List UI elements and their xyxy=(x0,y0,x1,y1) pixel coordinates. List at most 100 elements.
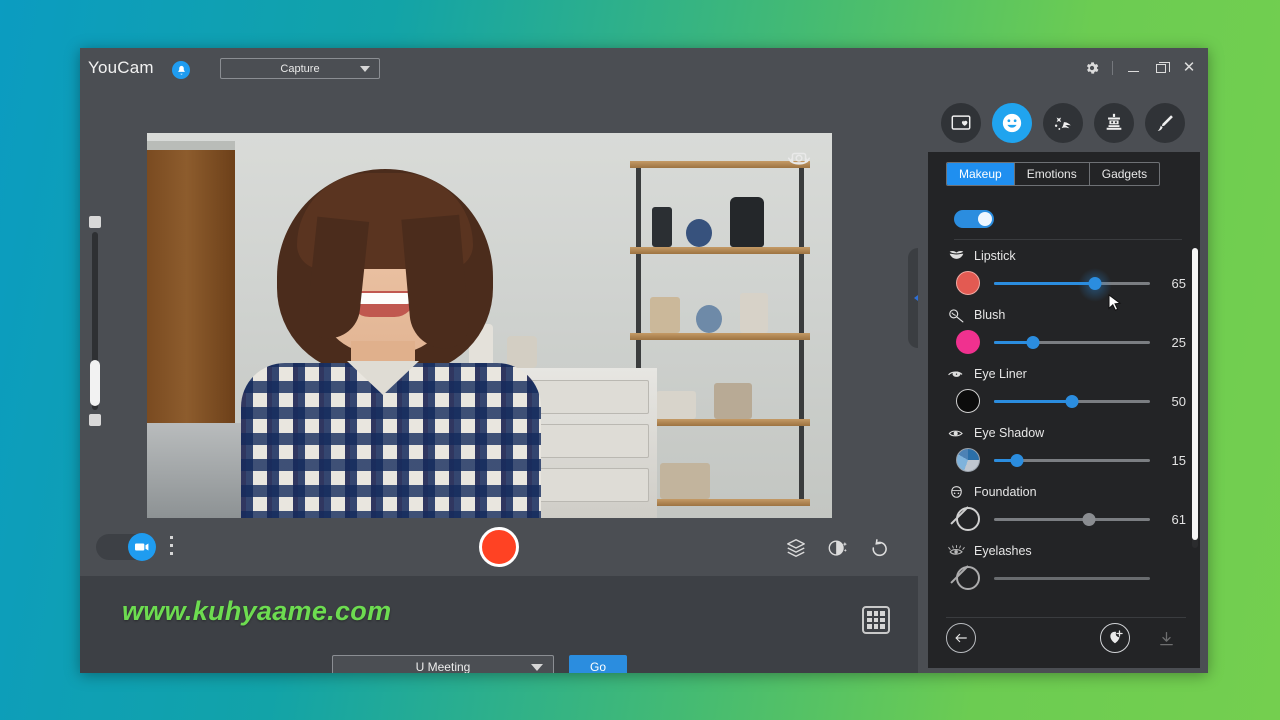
camera-toggle[interactable] xyxy=(96,533,156,561)
foundation-slider-handle[interactable] xyxy=(1082,513,1096,526)
eyelashes-color-swatch[interactable] xyxy=(956,566,980,590)
eyeshadow-slider[interactable] xyxy=(994,448,1150,472)
effects-panel: Makeup Emotions Gadgets Lipstick 65 Blus… xyxy=(918,88,1208,673)
shelving-unit xyxy=(630,161,810,506)
eyeliner-icon xyxy=(946,366,966,382)
makeup-master-toggle[interactable] xyxy=(954,210,994,228)
particles-icon[interactable] xyxy=(1043,103,1083,143)
lipstick-color-swatch[interactable] xyxy=(956,271,980,295)
eyeliner-slider-handle[interactable] xyxy=(1065,395,1079,408)
lipstick-value: 65 xyxy=(1171,275,1186,291)
zoom-in-handle[interactable] xyxy=(89,216,101,228)
gear-icon[interactable] xyxy=(1079,56,1105,80)
makeup-row-eyeliner: Eye Liner 50 xyxy=(946,364,1186,423)
eyelashes-slider[interactable] xyxy=(994,566,1150,590)
makeup-row-eyeshadow: Eye Shadow 15 xyxy=(946,423,1186,482)
camera-rotate-icon[interactable] xyxy=(780,145,818,177)
tab-emotions[interactable]: Emotions xyxy=(1015,163,1090,185)
add-preset-button[interactable] xyxy=(1100,623,1130,653)
control-bar xyxy=(80,518,918,576)
eyeshadow-value: 15 xyxy=(1171,452,1186,468)
makeup-label: Foundation xyxy=(974,485,1037,499)
foundation-color-swatch[interactable] xyxy=(956,507,980,531)
meeting-app-dropdown[interactable]: U Meeting xyxy=(332,655,554,673)
blush-slider-handle[interactable] xyxy=(1026,336,1040,349)
makeup-segment-tabs: Makeup Emotions Gadgets xyxy=(946,162,1161,186)
pen-tool-icon[interactable] xyxy=(1145,103,1185,143)
video-camera-icon xyxy=(128,533,156,561)
bell-icon[interactable] xyxy=(172,61,190,79)
capture-mode-dropdown[interactable]: Capture xyxy=(220,58,380,79)
makeup-card: Makeup Emotions Gadgets Lipstick 65 Blus… xyxy=(928,152,1200,668)
window-controls: ✕ xyxy=(1079,56,1202,80)
chevron-down-icon xyxy=(531,664,543,671)
scrollbar-thumb[interactable] xyxy=(1192,248,1198,540)
zoom-out-handle[interactable] xyxy=(89,414,101,426)
lipstick-slider-handle[interactable] xyxy=(1088,277,1102,290)
eyelashes-icon xyxy=(946,543,966,559)
blush-icon xyxy=(946,307,966,323)
watermark-text: www.kuhyaame.com xyxy=(122,596,392,626)
kebab-menu-icon[interactable] xyxy=(164,536,178,558)
meeting-bar: U Meeting Go xyxy=(80,651,918,673)
stage-area: www.kuhyaame.com U Meeting Go xyxy=(80,88,928,673)
avatar-mask-icon[interactable] xyxy=(1094,103,1134,143)
tab-gadgets[interactable]: Gadgets xyxy=(1090,163,1159,185)
grid-view-icon[interactable] xyxy=(862,606,890,634)
title-bar: YouCam Capture ✕ xyxy=(80,48,1208,88)
webcam-scene xyxy=(147,133,832,518)
lips-icon xyxy=(946,248,966,264)
meeting-app-label: U Meeting xyxy=(415,660,471,673)
blush-color-swatch[interactable] xyxy=(956,330,980,354)
blush-value: 25 xyxy=(1171,334,1186,350)
record-button[interactable] xyxy=(479,527,519,567)
effect-category-tabs xyxy=(918,94,1208,152)
panel-scrollbar[interactable] xyxy=(1192,248,1198,548)
camera-preview[interactable] xyxy=(147,133,832,518)
eyeshadow-icon xyxy=(946,425,966,441)
face-smile-icon[interactable] xyxy=(992,103,1032,143)
makeup-slider-list: Lipstick 65 Blush 25 Eye Liner 50 Eye Sh… xyxy=(946,246,1186,616)
makeup-row-lipstick: Lipstick 65 xyxy=(946,246,1186,305)
eyeliner-slider[interactable] xyxy=(994,389,1150,413)
toggle-knob xyxy=(978,212,992,226)
maximize-icon[interactable] xyxy=(1148,56,1174,80)
wardrobe xyxy=(147,141,235,471)
control-bar-right xyxy=(784,536,892,560)
makeup-label: Lipstick xyxy=(974,249,1016,263)
makeup-row-blush: Blush 25 xyxy=(946,305,1186,364)
makeup-label: Eye Liner xyxy=(974,367,1027,381)
capture-mode-label: Capture xyxy=(280,62,320,75)
close-icon[interactable]: ✕ xyxy=(1176,56,1202,80)
youcam-window: YouCam Capture ✕ www.kuhyaame.com U Meet… xyxy=(80,48,1208,673)
eyeshadow-slider-handle[interactable] xyxy=(1010,454,1024,467)
makeup-label: Eye Shadow xyxy=(974,426,1045,440)
reset-icon[interactable] xyxy=(868,536,892,560)
eyeliner-value: 50 xyxy=(1171,393,1186,409)
person-subject xyxy=(225,163,555,518)
blush-slider[interactable] xyxy=(994,330,1150,354)
eyeshadow-color-swatch[interactable] xyxy=(956,448,980,472)
foundation-icon xyxy=(946,484,966,500)
download-icon[interactable] xyxy=(1156,628,1176,650)
chevron-down-icon xyxy=(360,66,370,72)
minimize-icon[interactable] xyxy=(1120,56,1146,80)
foundation-value: 61 xyxy=(1171,511,1186,527)
layers-icon[interactable] xyxy=(784,536,808,560)
beautify-icon[interactable] xyxy=(826,536,850,560)
titlebar-separator xyxy=(1112,61,1113,75)
go-button[interactable]: Go xyxy=(569,655,627,673)
zoom-thumb[interactable] xyxy=(90,360,100,406)
tab-makeup[interactable]: Makeup xyxy=(947,163,1015,185)
makeup-label: Blush xyxy=(974,308,1006,322)
scene-icon[interactable] xyxy=(941,103,981,143)
lipstick-slider[interactable] xyxy=(994,268,1150,302)
makeup-row-eyelashes: Eyelashes xyxy=(946,541,1186,600)
foundation-slider[interactable] xyxy=(994,507,1150,531)
zoom-slider[interactable] xyxy=(86,216,104,426)
panel-footer xyxy=(928,618,1200,664)
back-button[interactable] xyxy=(946,623,976,653)
app-brand: YouCam xyxy=(88,58,154,77)
eyeliner-color-swatch[interactable] xyxy=(956,389,980,413)
panel-divider xyxy=(954,239,1182,240)
